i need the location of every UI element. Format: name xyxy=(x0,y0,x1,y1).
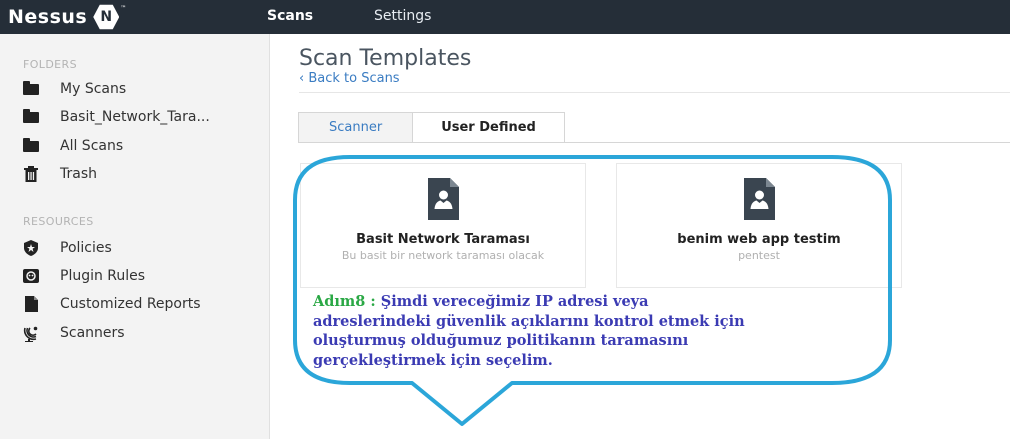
sidebar-item-my-scans[interactable]: My Scans xyxy=(23,80,127,97)
shield-icon xyxy=(23,240,39,256)
logo-badge-icon: N xyxy=(93,4,120,30)
tabs-divider xyxy=(298,142,1010,143)
resources-section-title: RESOURCES xyxy=(23,215,94,228)
template-card-web-app[interactable]: benim web app testim pentest xyxy=(616,163,902,288)
annotation-line: gerçekleştirmek için seçelim. xyxy=(313,351,553,369)
report-icon xyxy=(23,296,39,312)
sidebar-item-trash[interactable]: Trash xyxy=(23,166,97,182)
folder-icon xyxy=(23,108,39,125)
sidebar-item-all-scans[interactable]: All Scans xyxy=(23,137,124,154)
trademark-symbol: ™ xyxy=(120,4,127,12)
annotation-line: adreslerindeki güvenlik açıklarını kontr… xyxy=(313,312,745,330)
template-name: Basit Network Taraması xyxy=(356,232,530,247)
main-content: Scan Templates ‹ Back to Scans Scanner U… xyxy=(271,34,1010,439)
plugin-rules-icon xyxy=(23,268,39,284)
logo-text: Nessus xyxy=(8,6,88,28)
sidebar-item-plugin-rules[interactable]: Plugin Rules xyxy=(23,268,145,284)
annotation-text: Adım8 : Şimdi vereceğimiz IP adresi veya… xyxy=(313,292,873,370)
template-description: Bu basit bir network taraması olacak xyxy=(341,249,545,262)
nav-settings[interactable]: Settings xyxy=(374,8,431,24)
sidebar-item-label: Scanners xyxy=(60,325,125,341)
template-description: pentest xyxy=(738,249,780,262)
annotation-line: oluşturmuş olduğumuz politikanın taramas… xyxy=(313,332,689,349)
satellite-dish-icon xyxy=(23,325,39,342)
sidebar-item-label: Trash xyxy=(60,166,97,182)
tab-user-defined[interactable]: User Defined xyxy=(412,112,565,143)
title-divider xyxy=(299,92,1010,93)
sidebar-item-label: Basit_Network_Tara... xyxy=(60,109,210,125)
sidebar-item-label: All Scans xyxy=(60,138,124,154)
sidebar: FOLDERS My Scans Basit_Network_Tara... A… xyxy=(0,34,270,439)
trash-icon xyxy=(23,166,39,182)
user-document-icon xyxy=(428,178,459,220)
annotation-line-text: Şimdi vereceğimiz IP adresi veya xyxy=(380,293,649,310)
folder-icon xyxy=(23,80,39,97)
folders-section-title: FOLDERS xyxy=(23,58,77,71)
user-document-icon xyxy=(744,178,775,220)
nessus-logo[interactable]: Nessus N ™ xyxy=(8,3,126,31)
sidebar-item-label: Policies xyxy=(60,240,112,256)
page-title: Scan Templates xyxy=(299,46,472,71)
sidebar-item-label: Customized Reports xyxy=(60,296,201,312)
back-to-scans-link[interactable]: ‹ Back to Scans xyxy=(299,71,400,86)
sidebar-item-label: Plugin Rules xyxy=(60,268,146,284)
annotation-line: Adım8 : Şimdi vereceğimiz IP adresi veya xyxy=(313,292,873,312)
template-card-basit-network[interactable]: Basit Network Taraması Bu basit bir netw… xyxy=(300,163,586,288)
nav-scans[interactable]: Scans xyxy=(267,8,313,24)
step-label: Adım8 : xyxy=(313,293,376,310)
template-tabs: Scanner User Defined xyxy=(298,112,565,143)
sidebar-item-policies[interactable]: Policies xyxy=(23,240,112,256)
sidebar-item-scanners[interactable]: Scanners xyxy=(23,325,125,342)
folder-icon xyxy=(23,137,39,154)
top-navigation-bar: Nessus N ™ Scans Settings xyxy=(0,0,1010,34)
template-name: benim web app testim xyxy=(677,232,841,247)
sidebar-item-customized-reports[interactable]: Customized Reports xyxy=(23,296,201,312)
tab-scanner[interactable]: Scanner xyxy=(298,112,413,143)
sidebar-item-label: My Scans xyxy=(60,81,127,97)
sidebar-item-basit-network[interactable]: Basit_Network_Tara... xyxy=(23,108,210,125)
